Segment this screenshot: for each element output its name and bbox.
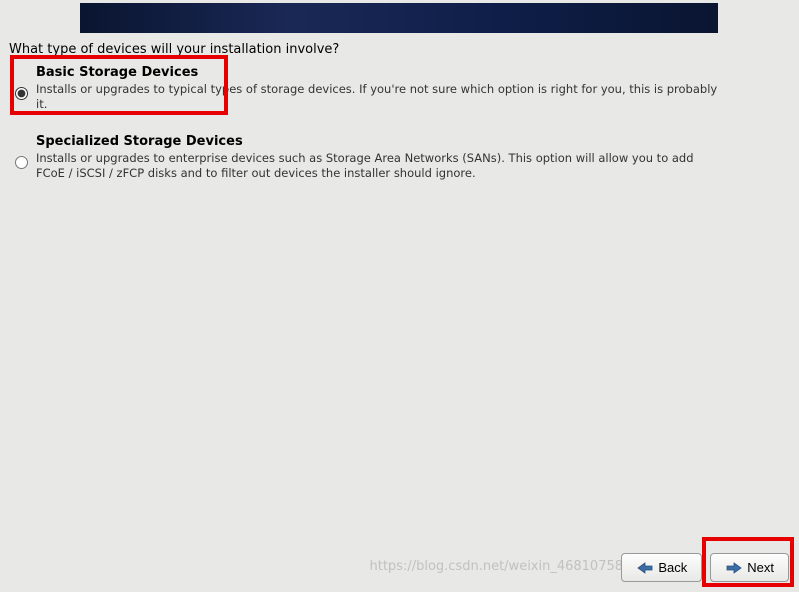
- question-label: What type of devices will your installat…: [9, 42, 339, 57]
- arrow-left-icon: [636, 561, 654, 575]
- option-basic-storage[interactable]: Basic Storage Devices Installs or upgrad…: [15, 63, 784, 114]
- radio-basic-storage[interactable]: [15, 87, 28, 100]
- button-bar: Back Next: [621, 553, 789, 582]
- option-title: Specialized Storage Devices: [36, 134, 784, 149]
- watermark: https://blog.csdn.net/weixin_46810758: [370, 559, 624, 574]
- back-label: Back: [658, 560, 687, 575]
- next-button[interactable]: Next: [710, 553, 789, 582]
- storage-options: Basic Storage Devices Installs or upgrad…: [15, 63, 784, 201]
- header-bar: [80, 3, 718, 33]
- back-button[interactable]: Back: [621, 553, 702, 582]
- option-description: Installs or upgrades to enterprise devic…: [36, 151, 726, 181]
- next-label: Next: [747, 560, 774, 575]
- option-description: Installs or upgrades to typical types of…: [36, 82, 726, 112]
- option-title: Basic Storage Devices: [36, 65, 784, 80]
- radio-specialized-storage[interactable]: [15, 156, 28, 169]
- option-specialized-storage[interactable]: Specialized Storage Devices Installs or …: [15, 132, 784, 183]
- arrow-right-icon: [725, 561, 743, 575]
